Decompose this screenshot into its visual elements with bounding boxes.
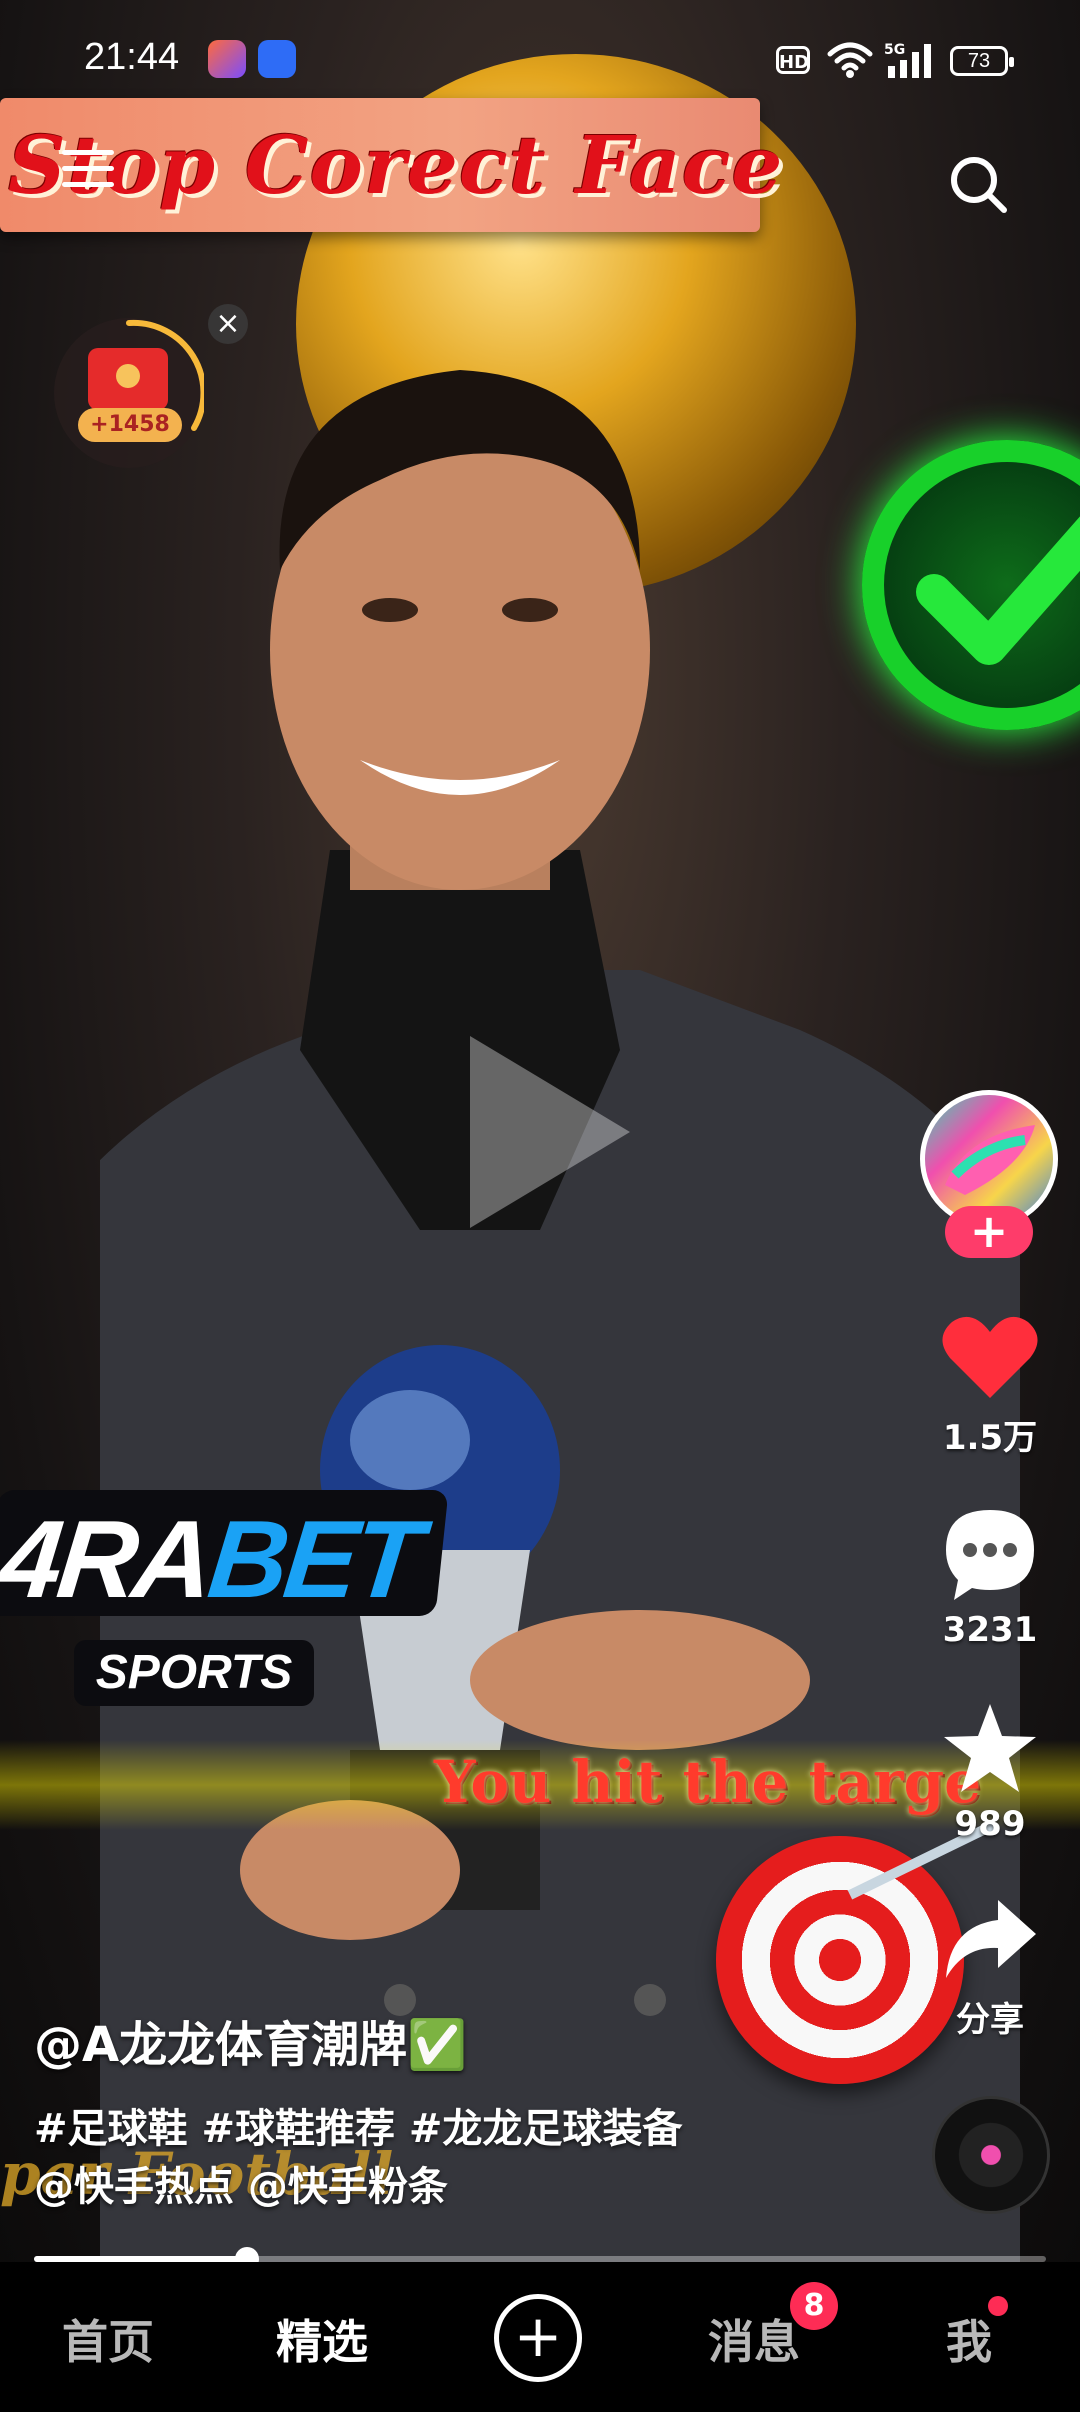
hd-indicator: HD <box>776 46 810 74</box>
share-label: 分享 <box>956 2000 1024 2040</box>
progress-knob[interactable] <box>234 2247 259 2262</box>
sponsor-logo-text-a: 4RA <box>0 1498 216 1621</box>
app-notification-icon <box>208 40 246 78</box>
sponsor-logo-text-b: BET <box>202 1498 424 1621</box>
overlay-bottom-text: You hit the targe <box>434 1748 982 1816</box>
reward-amount: +1458 <box>78 408 182 442</box>
comment-count: 3231 <box>942 1610 1038 1650</box>
close-reward-button[interactable]: × <box>208 304 248 344</box>
nav-messages[interactable]: 消息 <box>708 2306 800 2372</box>
wifi-icon <box>827 42 873 78</box>
author-name[interactable]: @A龙龙体育潮牌✅ <box>34 2014 754 2076</box>
like-count: 1.5万 <box>942 1418 1038 1458</box>
baidu-notification-icon <box>258 40 296 78</box>
video-caption: @A龙龙体育潮牌✅ #足球鞋 #球鞋推荐 #龙龙足球装备 @快手热点 @快手粉条 <box>34 2014 754 2216</box>
comment-button[interactable]: 3231 <box>918 1506 1062 1650</box>
like-button[interactable]: 1.5万 <box>918 1312 1062 1459</box>
bottom-nav: 首页 精选 + 消息 8 我 <box>0 2262 1080 2412</box>
messages-badge: 8 <box>790 2282 838 2330</box>
sponsor-logo: 4RABET <box>0 1490 449 1621</box>
red-envelope-reward-widget[interactable]: +1458 <box>54 318 204 468</box>
heart-icon <box>942 1316 1038 1398</box>
favorite-button[interactable]: 989 <box>918 1700 1062 1844</box>
mentions[interactable]: @快手热点 @快手粉条 <box>34 2158 754 2216</box>
svg-text:5G: 5G <box>884 42 905 58</box>
status-bar: 21:44 HD 5G 73 <box>0 0 1080 120</box>
nav-me[interactable]: 我 <box>946 2306 992 2372</box>
favorite-count: 989 <box>954 1804 1026 1844</box>
search-icon[interactable] <box>948 154 1010 216</box>
share-icon <box>946 1900 1036 1978</box>
create-button[interactable]: + <box>494 2294 582 2382</box>
me-notification-dot <box>988 2296 1008 2316</box>
comment-icon <box>946 1510 1034 1600</box>
red-envelope-icon <box>88 348 168 410</box>
music-disc-icon[interactable] <box>932 2096 1050 2214</box>
nav-featured[interactable]: 精选 <box>276 2306 368 2372</box>
video-player[interactable]: 4RABET SPORTS You hit the targe par Foot… <box>0 0 1080 2262</box>
menu-icon[interactable] <box>62 150 114 190</box>
follow-button[interactable]: + <box>945 1206 1033 1258</box>
video-title-text: Stop Corect Face <box>8 118 784 212</box>
status-time: 21:44 <box>84 36 180 78</box>
star-icon <box>944 1704 1036 1792</box>
cellular-signal-icon: 5G <box>884 42 931 78</box>
share-button[interactable]: 分享 <box>918 1894 1062 2041</box>
nav-home[interactable]: 首页 <box>62 2306 154 2372</box>
play-overlay-icon <box>470 1036 630 1228</box>
sponsor-sub-label: SPORTS <box>74 1640 314 1706</box>
hashtags[interactable]: #足球鞋 #球鞋推荐 #龙龙足球装备 <box>34 2100 754 2158</box>
battery-indicator: 73 <box>950 46 1014 76</box>
